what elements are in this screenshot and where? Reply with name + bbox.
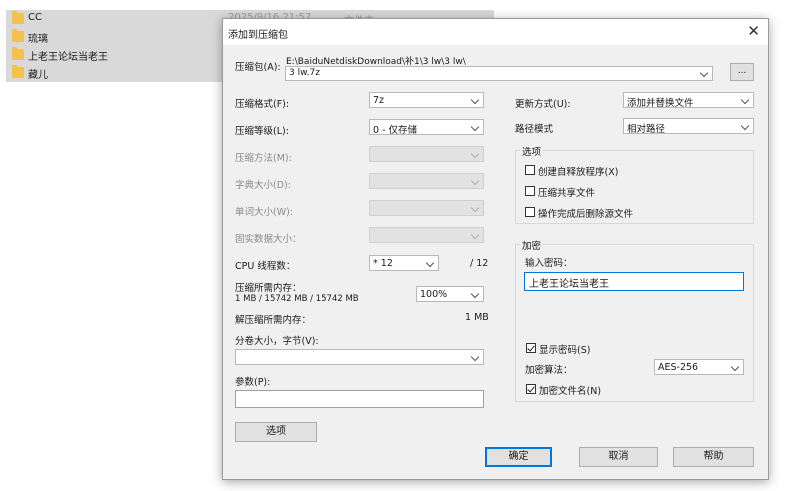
encrypt-names-checkbox[interactable]	[526, 384, 536, 394]
chevron-down-icon	[470, 149, 480, 159]
options-button[interactable]: 选项	[235, 422, 317, 442]
encryption-method-label: 加密算法：	[525, 365, 573, 376]
title-bar[interactable]: 添加到压缩包 ✕	[223, 19, 768, 45]
dict-label: 字典大小(D):	[235, 180, 291, 191]
mem-compress-label: 压缩所需内存：	[235, 283, 302, 294]
cpu-threads-value: * 12	[373, 258, 393, 269]
archive-name-combo[interactable]: 3 lw.7z	[285, 66, 713, 81]
mem-percent-value: 100%	[420, 289, 448, 300]
params-label: 参数(P):	[235, 377, 271, 388]
params-input[interactable]	[235, 390, 484, 408]
file-name: CC	[28, 12, 42, 23]
level-value: 0 - 仅存储	[373, 125, 418, 136]
add-to-archive-dialog: 添加到压缩包 ✕ 压缩包(A): E:\BaiduNetdiskDownload…	[222, 18, 769, 480]
password-input[interactable]: 上老王论坛当老王	[524, 272, 744, 291]
method-label: 压缩方法(M):	[235, 153, 292, 164]
update-mode-select[interactable]: 添加并替换文件	[623, 92, 754, 109]
level-select[interactable]: 0 - 仅存储	[369, 119, 484, 136]
chevron-down-icon	[740, 121, 750, 131]
dialog-title: 添加到压缩包	[228, 30, 288, 41]
chevron-down-icon	[699, 68, 709, 78]
level-label: 压缩等级(L):	[235, 126, 289, 137]
cancel-button[interactable]: 取消	[579, 447, 658, 467]
format-select[interactable]: 7z	[369, 92, 484, 108]
mem-decompress-label: 解压缩所需内存：	[235, 315, 312, 326]
shared-files-label: 压缩共享文件	[538, 188, 596, 199]
browse-button[interactable]: ...	[730, 63, 754, 81]
folder-icon	[12, 65, 24, 78]
chevron-down-icon	[425, 258, 435, 268]
archive-label: 压缩包(A):	[235, 62, 281, 73]
format-value: 7z	[373, 95, 385, 106]
chevron-down-icon	[470, 203, 480, 213]
chevron-down-icon	[470, 122, 480, 132]
encryption-group-title: 加密	[520, 238, 544, 252]
dict-select[interactable]	[369, 173, 484, 189]
sfx-label: 创建自释放程序(X)	[538, 167, 619, 178]
file-name: 上老王论坛当老王	[28, 52, 108, 63]
sfx-checkbox[interactable]	[525, 165, 535, 175]
archive-name-value: 3 lw.7z	[289, 68, 320, 78]
shared-files-checkbox[interactable]	[525, 186, 535, 196]
cpu-total: / 12	[470, 258, 489, 269]
delete-source-checkbox[interactable]	[525, 207, 535, 217]
password-value: 上老王论坛当老王	[529, 279, 609, 290]
chevron-down-icon	[470, 230, 480, 240]
mem-decompress-value: 1 MB	[465, 312, 489, 323]
path-mode-select[interactable]: 相对路径	[623, 118, 754, 135]
chevron-down-icon	[740, 95, 750, 105]
chevron-down-icon	[470, 289, 480, 299]
ok-button[interactable]: 确定	[485, 447, 552, 467]
solid-select[interactable]	[369, 227, 484, 243]
method-select[interactable]	[369, 146, 484, 162]
update-label: 更新方式(U):	[515, 99, 571, 110]
delete-source-label: 操作完成后删除源文件	[538, 209, 634, 220]
encryption-method-select[interactable]: AES-256	[654, 359, 744, 375]
chevron-down-icon	[730, 362, 740, 372]
path-mode-label: 路径模式	[515, 124, 554, 135]
file-name: 琉璃	[28, 34, 48, 45]
folder-icon	[12, 11, 24, 24]
options-group-title: 选项	[520, 144, 544, 158]
split-size-combo[interactable]	[235, 349, 484, 365]
file-name: 藏儿	[28, 70, 48, 81]
update-mode-value: 添加并替换文件	[627, 98, 694, 109]
path-mode-value: 相对路径	[627, 124, 666, 135]
word-label: 单词大小(W):	[235, 207, 294, 218]
cpu-label: CPU 线程数：	[235, 261, 296, 272]
word-select[interactable]	[369, 200, 484, 216]
mem-percent-select[interactable]: 100%	[416, 286, 484, 302]
solid-label: 固实数据大小：	[235, 234, 302, 245]
cpu-threads-select[interactable]: * 12	[369, 255, 439, 271]
encryption-method-value: AES-256	[658, 362, 699, 373]
folder-icon	[12, 29, 24, 42]
chevron-down-icon	[470, 176, 480, 186]
chevron-down-icon	[470, 352, 480, 362]
chevron-down-icon	[470, 95, 480, 105]
split-label: 分卷大小，字节(V):	[235, 336, 319, 347]
format-label: 压缩格式(F):	[235, 99, 290, 110]
show-password-checkbox[interactable]	[526, 343, 536, 353]
help-button[interactable]: 帮助	[673, 447, 754, 467]
show-password-label: 显示密码(S)	[539, 345, 591, 356]
encrypt-names-label: 加密文件名(N)	[539, 386, 602, 397]
password-label: 输入密码：	[525, 258, 573, 269]
mem-compress-detail: 1 MB / 15742 MB / 15742 MB	[235, 294, 359, 304]
folder-icon	[12, 47, 24, 60]
close-icon[interactable]: ✕	[747, 22, 760, 40]
